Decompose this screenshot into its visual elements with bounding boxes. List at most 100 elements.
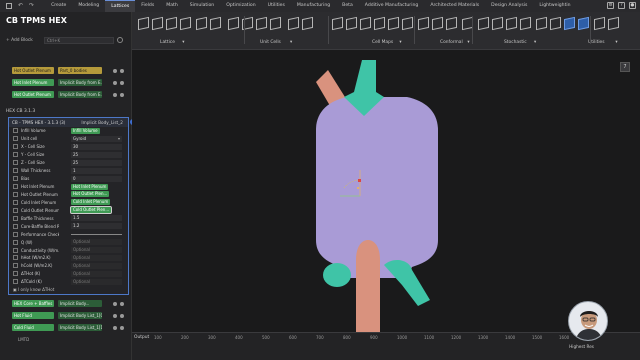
param-connector-icon[interactable] xyxy=(13,176,18,182)
lattice-tool-icon[interactable] xyxy=(492,16,503,31)
chevron-down-icon[interactable]: ▾ xyxy=(182,40,184,45)
param-connector-icon[interactable] xyxy=(13,247,18,253)
param-connector-icon[interactable] xyxy=(13,215,18,221)
settings-icon[interactable]: ⚙ xyxy=(607,2,614,9)
top-row[interactable]: Hot Inlet Plenum Implicit Body from E... xyxy=(0,78,132,87)
param-input-chip[interactable]: Hot Inlet Plenum xyxy=(71,183,109,190)
3d-viewport[interactable]: 7 xyxy=(132,50,640,332)
param-connector-icon[interactable] xyxy=(13,136,18,142)
menu-tab-modeling[interactable]: Modeling xyxy=(72,0,105,12)
options-icon[interactable] xyxy=(120,301,124,306)
lattice-tool-icon[interactable] xyxy=(332,16,343,31)
redo-icon[interactable]: ↷ xyxy=(29,3,34,9)
lattice-tool-icon[interactable] xyxy=(578,16,589,31)
lattice-tool-icon[interactable] xyxy=(550,16,561,31)
param-connector-icon[interactable] xyxy=(13,160,18,166)
param-input[interactable]: 25 xyxy=(71,159,122,166)
chevron-down-icon[interactable]: ▾ xyxy=(534,40,536,45)
param-input-chip[interactable]: Hot Outlet Plen... xyxy=(71,191,110,198)
lattice-tool-icon[interactable] xyxy=(210,16,221,31)
menu-tab-manufacturing[interactable]: Manufacturing xyxy=(291,0,336,12)
ribbon-group-lattice[interactable]: Lattice xyxy=(160,40,175,45)
param-input[interactable]: 0 xyxy=(71,175,122,182)
menu-tab-additive-manufacturing[interactable]: Additive Manufacturing xyxy=(359,0,425,12)
bottom-row[interactable]: Cold Fluid Implicit Body List_1[1] xyxy=(0,323,132,332)
lattice-tool-icon[interactable] xyxy=(360,16,371,31)
param-connector-icon[interactable] xyxy=(13,271,18,277)
menu-tab-fields[interactable]: Fields xyxy=(135,0,160,12)
lattice-tool-icon[interactable] xyxy=(228,16,239,31)
lattice-tool-icon[interactable] xyxy=(432,16,443,31)
lattice-tool-icon[interactable] xyxy=(446,16,457,31)
top-value-chip[interactable]: Implicit Body from E... xyxy=(58,79,102,86)
lattice-tool-icon[interactable] xyxy=(520,16,531,31)
options-icon[interactable] xyxy=(120,68,124,73)
chevron-down-icon[interactable]: ▾ xyxy=(467,40,469,45)
unit-cell-select[interactable]: Gyroid xyxy=(71,135,122,142)
lattice-tool-icon[interactable] xyxy=(138,16,149,31)
param-connector-icon[interactable] xyxy=(13,168,18,174)
chevron-down-icon[interactable]: ▾ xyxy=(615,40,617,45)
param-input-chip[interactable]: Cold Outlet Plen... xyxy=(69,206,113,215)
lattice-tool-icon[interactable] xyxy=(374,16,385,31)
param-input-chip[interactable]: Cold Inlet Plenum xyxy=(71,199,111,206)
help-icon[interactable]: ? xyxy=(618,2,625,9)
param-input[interactable]: Optional xyxy=(71,270,122,277)
param-input[interactable]: 25 xyxy=(71,151,122,158)
top-row[interactable]: Hot Outlet Plenum Implicit Body from E... xyxy=(0,90,132,99)
ribbon-group-stochastic[interactable]: Stochastic xyxy=(504,40,527,45)
filter-icon[interactable] xyxy=(117,37,123,43)
param-connector-icon[interactable] xyxy=(13,191,18,197)
param-input[interactable]: Optional xyxy=(71,278,122,285)
lattice-tool-icon[interactable] xyxy=(594,16,605,31)
account-icon[interactable]: ● xyxy=(629,2,636,9)
undo-icon[interactable]: ↶ xyxy=(18,3,23,9)
bottom-value-chip[interactable]: Implicit Body... xyxy=(58,300,102,307)
bottom-value-chip[interactable]: Implicit Body List_1[0] xyxy=(58,312,102,319)
bottom-row[interactable]: Hot Fluid Implicit Body List_1[0] xyxy=(0,311,132,320)
ribbon-group-conformal[interactable]: Conformal xyxy=(440,40,463,45)
param-connector-icon[interactable] xyxy=(13,263,18,269)
param-input[interactable]: 1 xyxy=(71,167,122,174)
visibility-icon[interactable] xyxy=(113,68,117,73)
lattice-tool-icon[interactable] xyxy=(564,16,575,31)
param-connector-icon[interactable] xyxy=(13,223,18,229)
bottom-name[interactable]: HEX Core + Baffles xyxy=(12,300,54,307)
resolution-select[interactable]: Highest Res xyxy=(569,344,594,349)
param-connector-icon[interactable] xyxy=(13,184,18,190)
block-footer-checkbox[interactable]: ▣ I only know ΔTHot xyxy=(9,287,128,292)
lattice-tool-icon[interactable] xyxy=(302,16,313,31)
chevron-down-icon[interactable]: ▾ xyxy=(399,40,401,45)
top-name[interactable]: Hot Inlet Plenum xyxy=(12,79,54,86)
lattice-tool-icon[interactable] xyxy=(478,16,489,31)
param-connector-icon[interactable] xyxy=(13,239,18,245)
lattice-tool-icon[interactable] xyxy=(418,16,429,31)
param-input[interactable]: Optional xyxy=(71,254,122,261)
lattice-tool-icon[interactable] xyxy=(270,16,281,31)
chevron-down-icon[interactable]: ▾ xyxy=(290,40,292,45)
top-value-chip[interactable]: Implicit Body from E... xyxy=(58,91,102,98)
param-input[interactable]: 30 xyxy=(71,143,122,150)
param-input[interactable]: 1.5 xyxy=(71,215,122,222)
visibility-icon[interactable] xyxy=(113,80,117,85)
search-shortcut-field[interactable]: Ctrl+K xyxy=(44,37,114,44)
lattice-tool-icon[interactable] xyxy=(180,16,191,31)
visibility-icon[interactable] xyxy=(113,325,117,330)
lattice-tool-icon[interactable] xyxy=(608,16,619,31)
param-input[interactable]: Optional xyxy=(71,262,122,269)
top-name[interactable]: Hot Outlet Plenum xyxy=(12,67,54,74)
menu-tab-architected-materials[interactable]: Architected Materials xyxy=(424,0,485,12)
options-icon[interactable] xyxy=(120,80,124,85)
param-connector-icon[interactable] xyxy=(13,199,18,205)
menu-tab-create[interactable]: Create xyxy=(45,0,72,12)
lattice-tool-icon[interactable] xyxy=(152,16,163,31)
lattice-tool-icon[interactable] xyxy=(346,16,357,31)
top-row[interactable]: Hot Outlet Plenum Part_0 bodies xyxy=(0,66,132,75)
options-icon[interactable] xyxy=(120,92,124,97)
ribbon-group-unit-cells[interactable]: Unit Cells xyxy=(260,40,281,45)
lattice-tool-icon[interactable] xyxy=(288,16,299,31)
visibility-icon[interactable] xyxy=(113,301,117,306)
menu-tab-optimization[interactable]: Optimization xyxy=(220,0,261,12)
bottom-value-chip[interactable]: Implicit Body List_1[1] xyxy=(58,324,102,331)
menu-tab-lattices[interactable]: Lattices xyxy=(105,0,136,12)
